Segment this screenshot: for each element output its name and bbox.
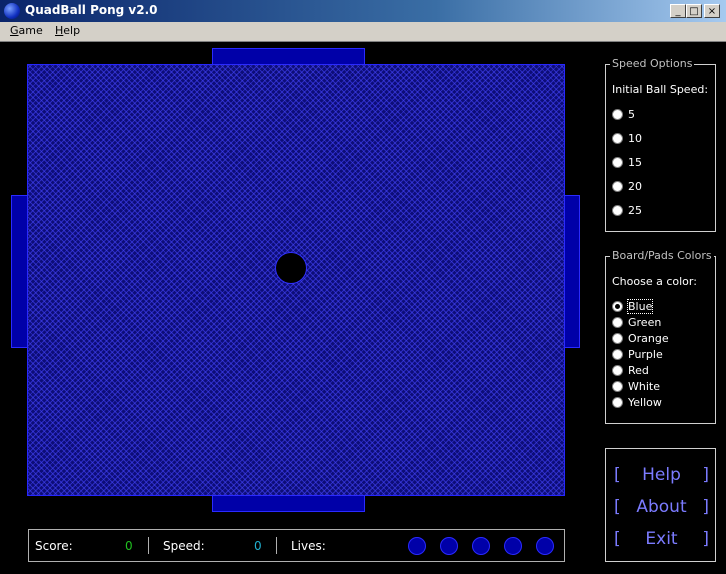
radio-icon[interactable]	[612, 381, 623, 392]
top-paddle	[212, 48, 365, 65]
help-label: Help	[642, 465, 681, 485]
close-button[interactable]: ×	[704, 4, 720, 18]
speed-radio-10[interactable]: 10	[612, 132, 642, 145]
life-ball-icon	[440, 537, 458, 555]
color-radio-purple[interactable]: Purple	[612, 348, 663, 361]
radio-icon[interactable]	[612, 181, 623, 192]
maximize-button[interactable]: □	[686, 4, 702, 18]
status-bar: Score: 0 Speed: 0 Lives:	[28, 529, 565, 562]
color-radio-white[interactable]: White	[612, 380, 660, 393]
left-bracket: [	[614, 497, 621, 517]
speed-options-title: Speed Options	[610, 57, 695, 70]
nav-box: [ Help ] [ About ] [ Exit ]	[605, 448, 716, 562]
menu-bar: Game Help	[0, 22, 726, 42]
status-separator	[148, 537, 149, 554]
window-title: QuadBall Pong v2.0	[25, 3, 158, 17]
bottom-paddle	[212, 495, 365, 512]
color-options-title: Board/Pads Colors	[610, 249, 714, 262]
life-ball-icon	[504, 537, 522, 555]
menu-help[interactable]: Help	[55, 24, 80, 37]
speed-radio-15[interactable]: 15	[612, 156, 642, 169]
life-ball-icon	[408, 537, 426, 555]
speed-value: 0	[254, 539, 262, 553]
radio-icon[interactable]	[612, 205, 623, 216]
right-bracket: ]	[702, 497, 709, 517]
game-ball	[275, 252, 307, 284]
about-button[interactable]: [ About ]	[614, 495, 709, 519]
color-radio-blue[interactable]: Blue	[612, 299, 654, 314]
initial-speed-label: Initial Ball Speed:	[612, 83, 709, 96]
radio-icon[interactable]	[612, 133, 623, 144]
radio-icon[interactable]	[612, 317, 623, 328]
score-value: 0	[125, 539, 133, 553]
left-bracket: [	[614, 529, 621, 549]
minimize-button[interactable]: _	[670, 4, 686, 18]
color-radio-yellow[interactable]: Yellow	[612, 396, 662, 409]
exit-label: Exit	[645, 529, 678, 549]
color-radio-red[interactable]: Red	[612, 364, 649, 377]
radio-icon[interactable]	[612, 397, 623, 408]
radio-icon[interactable]	[612, 349, 623, 360]
color-radio-orange[interactable]: Orange	[612, 332, 669, 345]
exit-button[interactable]: [ Exit ]	[614, 527, 709, 551]
speed-radio-20[interactable]: 20	[612, 180, 642, 193]
score-label: Score:	[35, 539, 73, 553]
radio-icon[interactable]	[612, 301, 623, 312]
menu-game[interactable]: Game	[10, 24, 43, 37]
speed-radio-25[interactable]: 25	[612, 204, 642, 217]
help-button[interactable]: [ Help ]	[614, 463, 709, 487]
radio-icon[interactable]	[612, 109, 623, 120]
app-ball-icon	[4, 3, 20, 19]
life-ball-icon	[536, 537, 554, 555]
radio-icon[interactable]	[612, 333, 623, 344]
about-label: About	[636, 497, 687, 517]
color-radio-green[interactable]: Green	[612, 316, 661, 329]
life-ball-icon	[472, 537, 490, 555]
lives-label: Lives:	[291, 539, 326, 553]
choose-color-label: Choose a color:	[612, 275, 697, 288]
radio-icon[interactable]	[612, 365, 623, 376]
title-bar: QuadBall Pong v2.0 _ □ ×	[0, 0, 726, 22]
status-separator	[276, 537, 277, 554]
right-paddle	[564, 195, 580, 348]
right-bracket: ]	[702, 465, 709, 485]
right-bracket: ]	[702, 529, 709, 549]
speed-radio-5[interactable]: 5	[612, 108, 635, 121]
left-paddle	[11, 195, 28, 348]
speed-options-group: Speed Options Initial Ball Speed: 5 10 1…	[605, 57, 716, 232]
left-bracket: [	[614, 465, 621, 485]
speed-label: Speed:	[163, 539, 205, 553]
color-options-group: Board/Pads Colors Choose a color: Blue G…	[605, 249, 716, 424]
radio-icon[interactable]	[612, 157, 623, 168]
